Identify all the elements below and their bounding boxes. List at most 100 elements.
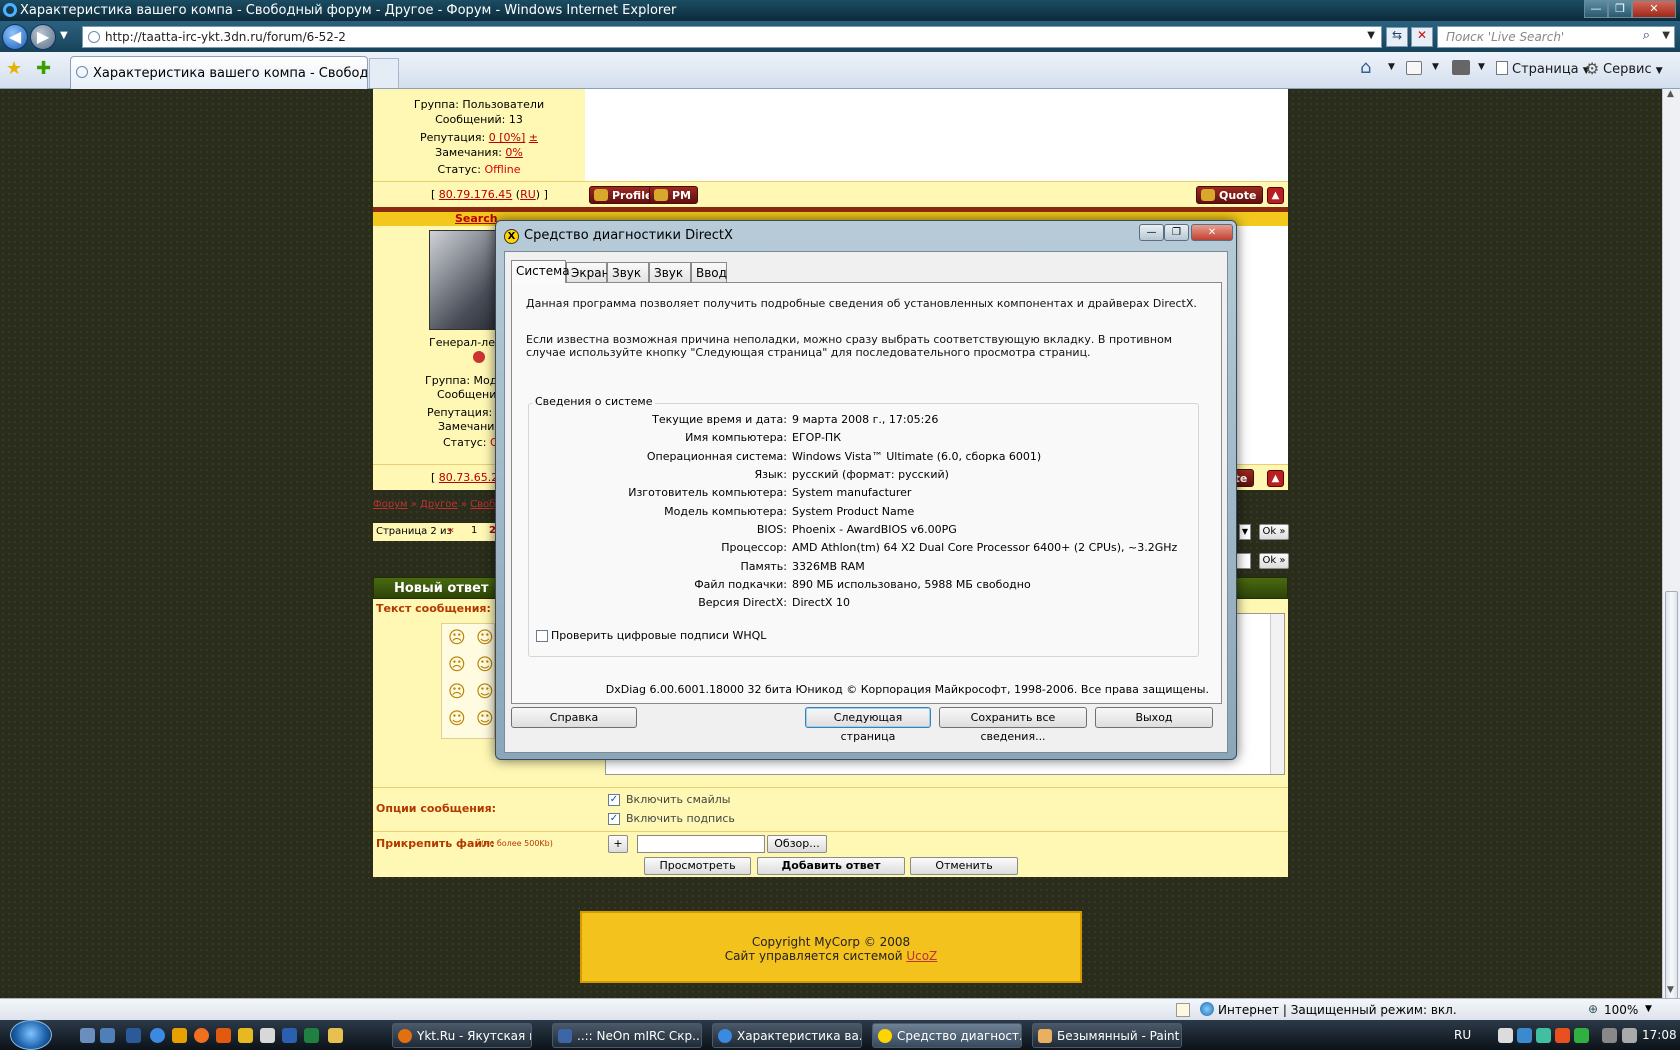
tab-input[interactable]: Ввод [691,262,727,282]
clock[interactable]: 17:08 [1642,1028,1677,1042]
search-input[interactable]: Поиск 'Live Search' ⌕ ▼ [1437,26,1675,48]
add-favorites-icon[interactable]: ✚ [36,58,51,79]
start-button[interactable] [10,1020,52,1050]
stop-icon[interactable]: ✕ [1411,27,1433,47]
scroll-top-icon[interactable]: ▲ [1267,187,1284,204]
jump-dropdown-icon[interactable]: ▼ [1239,524,1251,540]
feeds-icon[interactable] [1406,61,1422,75]
textarea-scrollbar[interactable] [1270,614,1284,774]
feeds-dropdown-icon[interactable]: ▼ [1432,62,1439,72]
forward-button[interactable]: ▶ [30,24,56,50]
attach-add-button[interactable]: + [608,835,628,853]
cancel-button[interactable]: Отменить [910,857,1018,875]
page-menu[interactable]: Страница ▼ [1512,62,1590,77]
browse-button[interactable]: Обзор... [767,835,827,853]
home-dropdown-icon[interactable]: ▼ [1388,62,1395,72]
tray-icon[interactable] [1574,1028,1589,1043]
search-dropdown-icon[interactable]: ▼ [1662,30,1670,41]
window-switch-icon[interactable] [100,1028,115,1043]
app-icon[interactable] [216,1028,231,1043]
show-desktop-icon[interactable] [80,1028,95,1043]
taskbar-item[interactable]: Характеристика ва... [712,1023,862,1048]
breadcrumb-forum[interactable]: Форум [373,499,408,510]
next-page-button[interactable]: Следующая страница [805,707,931,743]
app-icon[interactable] [172,1028,187,1043]
breadcrumb-other[interactable]: Другое [420,499,458,510]
new-tab-button[interactable] [369,58,399,88]
tab-system[interactable]: Система [511,260,570,283]
page-scrollbar[interactable]: ▲ ▼ [1662,89,1680,999]
exit-button[interactable]: Выход [1095,707,1213,728]
tray-icon[interactable] [1536,1028,1551,1043]
taskbar-item[interactable]: ..:: NeOn mIRC Скр... [552,1023,702,1048]
word-icon[interactable] [282,1028,297,1043]
taskbar-item-active[interactable]: Средство диагност... [872,1023,1022,1048]
quote-button[interactable]: Quote [1196,186,1264,204]
preview-button[interactable]: Просмотреть [644,857,751,875]
taskbar-item[interactable]: Ykt.Ru - Якутская г... [392,1023,532,1048]
file-input[interactable] [637,835,765,853]
back-button[interactable]: ◀ [2,24,28,50]
help-button[interactable]: Справка [511,707,637,728]
refresh-icon[interactable]: ⇆ [1386,27,1408,47]
warn-link[interactable]: 0% [505,146,522,159]
tray-icon[interactable] [1555,1028,1570,1043]
scroll-thumb[interactable] [1665,591,1678,999]
maximize-button[interactable]: ❐ [1608,0,1632,18]
ok-button[interactable]: Ok » [1259,553,1289,569]
media-icon[interactable] [238,1028,253,1043]
popup-blocker-icon[interactable] [1176,1003,1190,1017]
add-reply-button[interactable]: Добавить ответ [757,857,905,875]
security-zone[interactable]: Интернет | Защищенный режим: вкл. [1218,1003,1457,1017]
pager-page-1[interactable]: 1 [471,525,477,536]
app-icon[interactable] [260,1028,275,1043]
whql-checkbox[interactable]: Проверить цифровые подписи WHQL [536,629,766,642]
smiley-icon[interactable]: ☹ [448,682,466,702]
tab-active[interactable]: Характеристика вашего компа - Свободный … [70,56,368,89]
dialog-close-button[interactable]: ✕ [1191,224,1233,241]
zoom-level[interactable]: 100% [1604,1003,1638,1017]
ie-quicklaunch-icon[interactable] [150,1028,165,1043]
zoom-dropdown-icon[interactable]: ▼ [1645,1004,1652,1014]
scroll-down-icon[interactable]: ▼ [1667,985,1674,995]
url-dropdown-icon[interactable]: ▼ [1367,30,1375,41]
dialog-maximize-button[interactable]: ❐ [1164,224,1189,241]
tab-sound-2[interactable]: Звук 2 [649,262,691,294]
taskbar-item[interactable]: Безымянный - Paint [1032,1023,1182,1048]
smiley-icon[interactable]: ☺ [476,628,494,648]
enable-signature-checkbox[interactable]: ✓ Включить подпись [608,812,735,825]
minimize-button[interactable]: — [1584,0,1608,18]
dialog-minimize-button[interactable]: — [1139,224,1164,241]
excel-icon[interactable] [304,1028,319,1043]
close-button[interactable]: ✕ [1632,0,1676,18]
smiley-icon[interactable]: ☺ [448,709,466,729]
scroll-top-icon[interactable]: ▲ [1267,470,1284,487]
explorer-icon[interactable] [126,1028,141,1043]
tray-icon[interactable] [1498,1028,1513,1043]
smiley-icon[interactable]: ☹ [448,655,466,675]
tray-icon[interactable] [1517,1028,1532,1043]
smiley-icon[interactable]: ☺ [476,655,494,675]
firefox-icon[interactable] [194,1028,209,1043]
scroll-up-icon[interactable]: ▲ [1667,89,1674,99]
print-icon[interactable] [1452,60,1470,75]
print-dropdown-icon[interactable]: ▼ [1478,62,1485,72]
search-icon[interactable]: ⌕ [1643,28,1650,43]
language-indicator[interactable]: RU [1454,1028,1471,1042]
smiley-icon[interactable]: ☺ [476,682,494,702]
pm-button[interactable]: PM [649,186,699,204]
enable-smiles-checkbox[interactable]: ✓ Включить смайлы [608,793,730,806]
save-all-button[interactable]: Сохранить все сведения... [939,707,1087,743]
country-link[interactable]: RU [520,188,536,201]
tab-display[interactable]: Экран [566,262,609,282]
tools-menu[interactable]: Сервис ▼ [1603,62,1663,77]
ucoz-link[interactable]: UcoZ [906,949,937,963]
rep-plus-link[interactable]: ± [529,131,538,144]
rep-link[interactable]: 0 [0%] [489,131,526,144]
network-icon[interactable] [1602,1028,1617,1043]
folder-icon[interactable] [328,1028,343,1043]
ok-button[interactable]: Ok » [1259,524,1289,540]
favorites-star-icon[interactable]: ★ [6,58,22,79]
home-icon[interactable]: ⌂ [1360,57,1371,78]
smiley-icon[interactable]: ☹ [448,628,466,648]
